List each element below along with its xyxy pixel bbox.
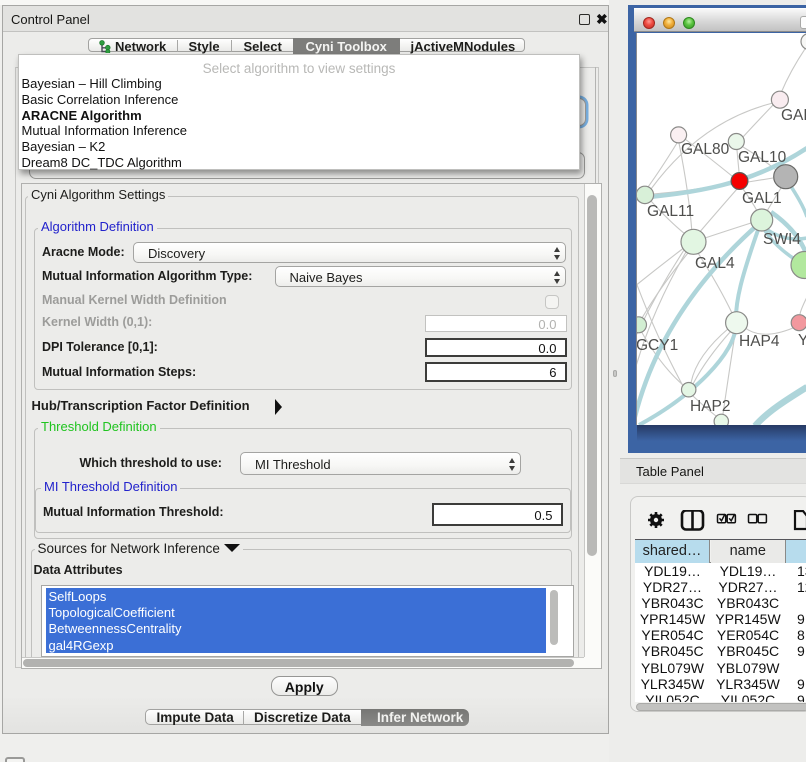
- svg-text:HAP4: HAP4: [739, 333, 780, 350]
- svg-text:HAP2: HAP2: [690, 398, 731, 415]
- svg-text:SWI4: SWI4: [763, 231, 801, 248]
- svg-text:GAL11: GAL11: [647, 203, 694, 220]
- svg-text:GAL80: GAL80: [681, 141, 730, 158]
- svg-text:GAL4: GAL4: [695, 255, 735, 272]
- svg-text:GCY1: GCY1: [637, 337, 678, 354]
- svg-text:Y: Y: [798, 332, 806, 349]
- svg-text:GAL10: GAL10: [738, 149, 787, 166]
- svg-text:GAL1: GAL1: [742, 190, 782, 207]
- svg-text:GAL: GAL: [781, 107, 806, 124]
